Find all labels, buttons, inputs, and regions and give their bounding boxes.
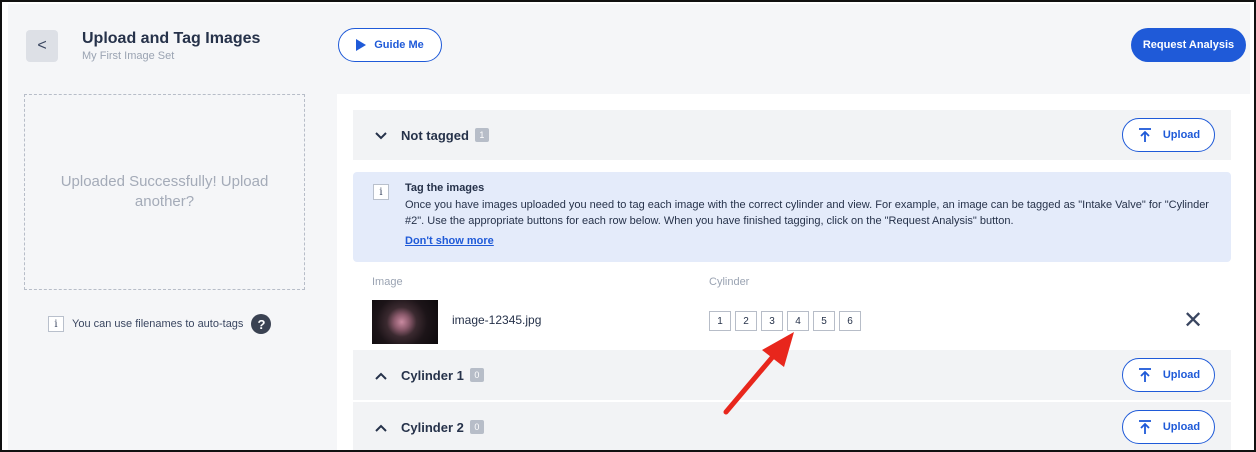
upload-label: Upload [1162,421,1201,433]
notice-body: Once you have images uploaded you need t… [405,199,1209,227]
cylinder-button-4[interactable]: 4 [787,311,809,331]
help-icon[interactable]: ? [251,314,272,334]
section-not-tagged[interactable]: Not tagged 1 Upload [353,110,1231,160]
chevron-down-icon [375,127,389,143]
count-badge: 1 [474,128,489,142]
chevron-up-icon [375,419,389,435]
section-label: Cylinder 2 [401,419,464,435]
cylinder-button-1[interactable]: 1 [709,311,731,331]
request-analysis-button[interactable]: Request Analysis [1131,28,1246,62]
cylinder-button-group: 1 2 3 4 5 6 [709,311,861,331]
screenshot-frame: < Upload and Tag Images My First Image S… [0,0,1256,452]
main-panel: Not tagged 1 Upload i Tag the images Onc… [337,94,1250,450]
cylinder-button-6[interactable]: 6 [839,311,861,331]
cylinder-button-5[interactable]: 5 [813,311,835,331]
upload-button[interactable]: Upload [1122,358,1215,392]
cylinder-button-3[interactable]: 3 [761,311,783,331]
guide-me-button[interactable]: Guide Me [338,28,442,62]
count-badge: 0 [469,368,484,382]
notice-title: Tag the images [405,182,485,194]
column-header-cylinder: Cylinder [709,276,750,288]
app-window: < Upload and Tag Images My First Image S… [8,4,1250,450]
info-icon: i [373,184,389,200]
section-label: Not tagged [401,127,469,143]
section-label: Cylinder 1 [401,367,464,383]
table-row: image-12345.jpg 1 2 3 4 5 6 ✕ [353,298,1231,346]
image-thumbnail[interactable] [372,300,438,344]
cylinder-button-2[interactable]: 2 [735,311,757,331]
section-cylinder-2[interactable]: Cylinder 2 0 Upload [353,402,1231,450]
guide-me-label: Guide Me [374,39,424,51]
autotag-text: You can use filenames to auto-tags [72,318,244,330]
info-icon: i [48,316,64,332]
upload-button[interactable]: Upload [1122,410,1215,444]
upload-dropzone[interactable]: Uploaded Successfully! Upload another? [24,94,305,290]
close-icon[interactable]: ✕ [1183,306,1203,336]
dropzone-text: Uploaded Successfully! Upload another? [60,173,269,210]
upload-label: Upload [1162,129,1201,141]
chevron-up-icon [375,367,389,383]
page-subtitle: My First Image Set [82,50,175,62]
upload-icon [1138,128,1151,142]
upload-icon [1138,420,1151,434]
upload-button[interactable]: Upload [1122,118,1215,152]
upload-label: Upload [1162,369,1201,381]
chevron-left-icon: < [37,37,47,54]
count-badge: 0 [469,420,484,434]
page-title: Upload and Tag Images [82,30,261,47]
back-button[interactable]: < [26,30,58,62]
column-header-image: Image [372,276,403,288]
autotag-hint: i You can use filenames to auto-tags ? [48,314,272,334]
dont-show-more-link[interactable]: Don't show more [405,235,494,247]
filename: image-12345.jpg [452,313,542,327]
tag-images-notice: i Tag the images Once you have images up… [353,172,1231,262]
section-cylinder-1[interactable]: Cylinder 1 0 Upload [353,350,1231,400]
upload-icon [1138,368,1151,382]
play-icon [356,39,367,51]
